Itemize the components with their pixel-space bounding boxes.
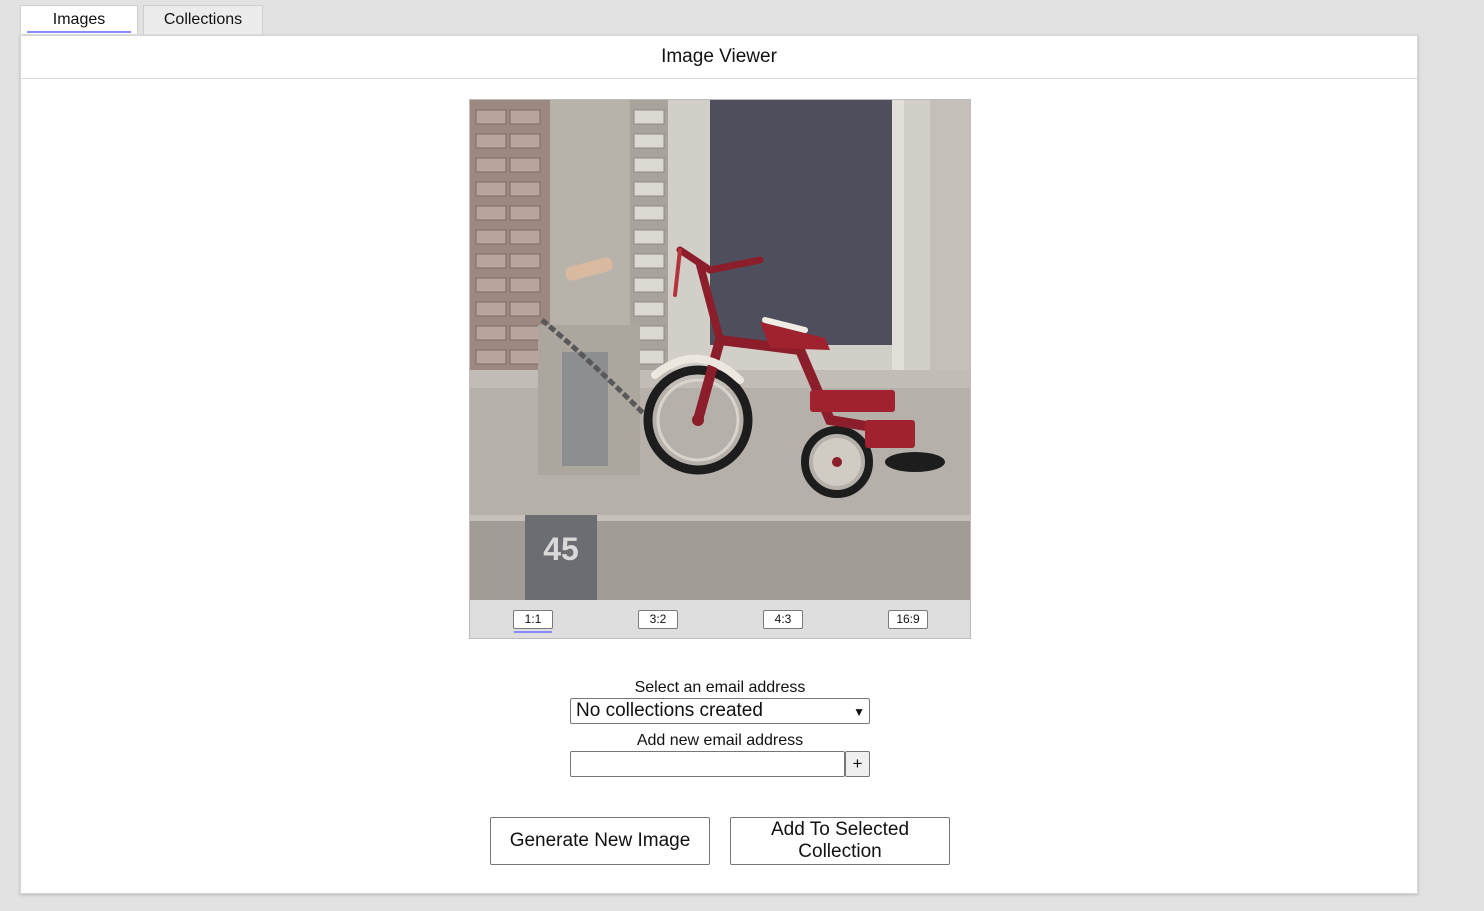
email-select[interactable]: No collections created ▼: [570, 698, 870, 724]
image-viewer-panel: Image Viewer 45 1:1 3:2 4:3 16:9 Select …: [20, 35, 1418, 894]
email-select-value: No collections created: [576, 700, 763, 721]
generate-new-image-button[interactable]: Generate New Image: [490, 817, 710, 865]
add-to-collection-button[interactable]: Add To Selected Collection: [730, 817, 950, 865]
curb-number: 45: [543, 531, 579, 567]
tab-images-label: Images: [52, 11, 106, 28]
add-email-button[interactable]: +: [845, 751, 870, 777]
add-email-label: Add new email address: [636, 732, 804, 749]
new-email-input[interactable]: [570, 751, 845, 777]
tab-images[interactable]: Images: [20, 5, 138, 34]
image-viewer: 45 1:1 3:2 4:3 16:9: [469, 99, 971, 639]
tab-collections-label: Collections: [163, 11, 243, 28]
ratio-button-4-3[interactable]: 4:3: [763, 610, 803, 629]
ratio-button-16-9[interactable]: 16:9: [888, 610, 928, 629]
aspect-ratio-bar: 1:1 3:2 4:3 16:9: [470, 600, 970, 638]
active-tab-indicator: [27, 31, 131, 33]
chevron-down-icon: ▼: [853, 705, 865, 719]
select-email-label: Select an email address: [634, 679, 806, 696]
page-title: Image Viewer: [21, 36, 1417, 79]
tricycle-photo-icon: 45: [470, 100, 970, 600]
tab-collections[interactable]: Collections: [143, 5, 263, 34]
ratio-button-1-1[interactable]: 1:1: [513, 610, 553, 629]
selected-ratio-indicator: [514, 631, 552, 633]
generated-image: 45: [470, 100, 970, 600]
ratio-button-3-2[interactable]: 3:2: [638, 610, 678, 629]
